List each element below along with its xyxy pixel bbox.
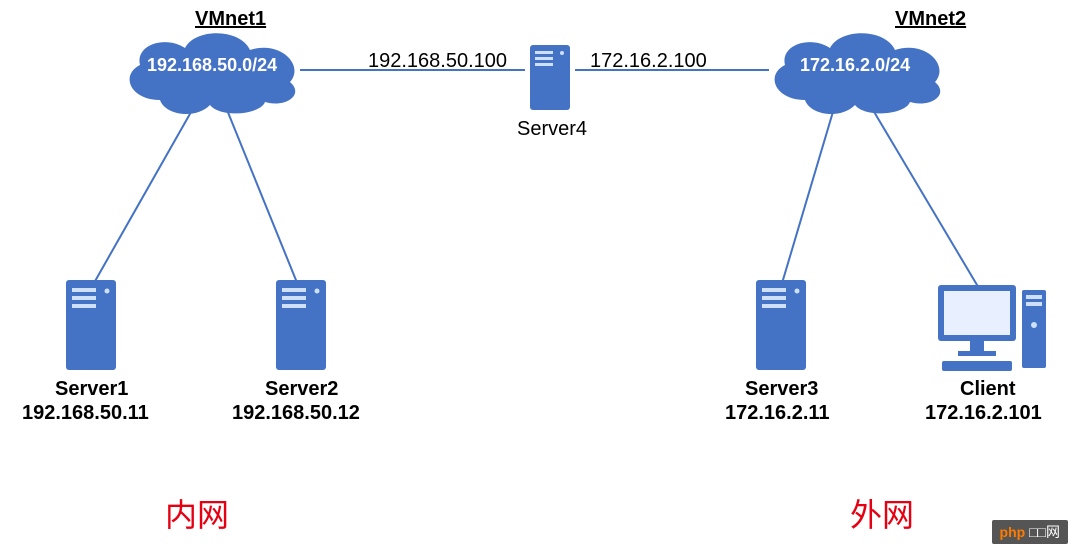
- server2-icon: [270, 280, 332, 380]
- vmnet1-subnet: 192.168.50.0/24: [147, 55, 277, 76]
- watermark-brand: php: [1000, 524, 1026, 540]
- server3-name: Server3: [745, 378, 818, 401]
- server1-name: Server1: [55, 378, 128, 401]
- watermark-suffix: □□网: [1029, 524, 1060, 540]
- server4-icon: [525, 45, 575, 120]
- server3-icon: [750, 280, 812, 380]
- server3-ip: 172.16.2.11: [725, 402, 830, 425]
- server4-left-ip: 192.168.50.100: [368, 50, 507, 73]
- server4-right-ip: 172.16.2.100: [590, 50, 707, 73]
- vmnet1-title: VMnet1: [195, 8, 266, 31]
- server-icon: [750, 280, 812, 375]
- diagram-canvas: VMnet1 192.168.50.0/24 VMnet2 172.16.2.0…: [0, 0, 1080, 554]
- server-icon: [60, 280, 122, 375]
- watermark: php □□网: [992, 520, 1068, 544]
- server4-name: Server4: [517, 118, 587, 141]
- server2-ip: 192.168.50.12: [232, 402, 360, 425]
- pc-icon: [930, 275, 1050, 375]
- zone-external: 外网: [850, 490, 914, 536]
- zone-internal: 内网: [165, 490, 229, 536]
- server-icon: [270, 280, 332, 375]
- vmnet2-title: VMnet2: [895, 8, 966, 31]
- server2-name: Server2: [265, 378, 338, 401]
- client-ip: 172.16.2.101: [925, 402, 1042, 425]
- client-icon: [930, 275, 1050, 380]
- server1-ip: 192.168.50.11: [22, 402, 149, 425]
- vmnet2-subnet: 172.16.2.0/24: [800, 55, 910, 76]
- server-icon: [525, 45, 575, 115]
- client-name: Client: [960, 378, 1016, 401]
- server1-icon: [60, 280, 122, 380]
